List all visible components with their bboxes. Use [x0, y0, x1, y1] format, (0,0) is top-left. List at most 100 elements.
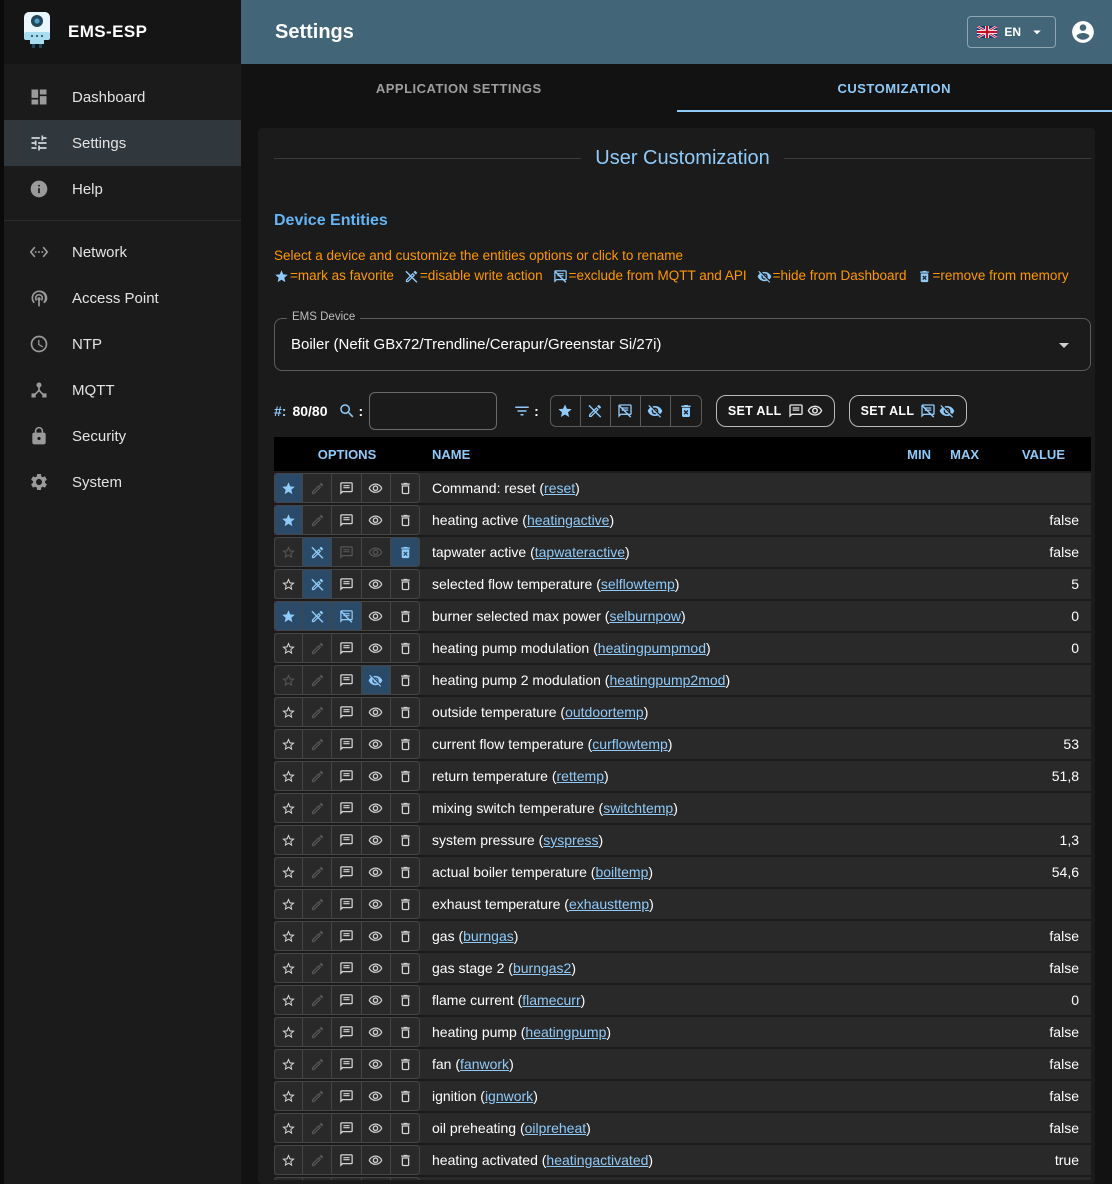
entity-code-link[interactable]: heatingactive	[527, 512, 610, 528]
mqtt-exclude-button[interactable]	[332, 569, 361, 599]
entity-code-link[interactable]: tapwateractive	[535, 544, 625, 560]
edit-rename-button[interactable]	[303, 1113, 332, 1143]
mqtt-exclude-button[interactable]	[332, 665, 361, 695]
mqtt-exclude-button[interactable]	[332, 761, 361, 791]
edit-rename-button[interactable]	[303, 1049, 332, 1079]
entity-name-cell[interactable]: system pressure (syspress)	[420, 832, 885, 848]
mqtt-exclude-button[interactable]	[332, 473, 361, 503]
mqtt-exclude-button[interactable]	[332, 729, 361, 759]
sidebar-item-access-point[interactable]: Access Point	[4, 275, 241, 321]
favorite-button[interactable]	[274, 889, 303, 919]
favorite-button[interactable]	[274, 665, 303, 695]
delete-button[interactable]	[391, 697, 420, 727]
sidebar-item-dashboard[interactable]: Dashboard	[4, 74, 241, 120]
tab-application-settings[interactable]: APPLICATION SETTINGS	[241, 64, 677, 112]
delete-button[interactable]	[391, 569, 420, 599]
entity-name-cell[interactable]: fan (fanwork)	[420, 1056, 885, 1072]
entity-code-link[interactable]: heatingpump2mod	[609, 672, 725, 688]
entity-name-cell[interactable]: mixing switch temperature (switchtemp)	[420, 800, 885, 816]
edit-rename-button[interactable]	[303, 761, 332, 791]
mqtt-exclude-button[interactable]	[332, 1049, 361, 1079]
entity-name-cell[interactable]: exhaust temperature (exhausttemp)	[420, 896, 885, 912]
favorite-button[interactable]	[274, 921, 303, 951]
mqtt-exclude-button[interactable]	[332, 953, 361, 983]
visibility-button[interactable]	[362, 729, 391, 759]
entity-code-link[interactable]: syspress	[543, 832, 598, 848]
favorite-button[interactable]	[274, 601, 303, 631]
mqtt-exclude-button[interactable]	[332, 505, 361, 535]
favorite-button[interactable]	[274, 537, 303, 567]
delete-button[interactable]	[391, 761, 420, 791]
delete-button[interactable]	[391, 505, 420, 535]
delete-button[interactable]	[391, 665, 420, 695]
favorite-button[interactable]	[274, 953, 303, 983]
edit-rename-button[interactable]	[303, 729, 332, 759]
mqtt-exclude-button[interactable]	[332, 1017, 361, 1047]
delete-button[interactable]	[391, 537, 420, 567]
set-all-hidden-button[interactable]: SET ALL	[849, 395, 968, 427]
entity-name-cell[interactable]: current flow temperature (curflowtemp)	[420, 736, 885, 752]
entity-code-link[interactable]: reset	[544, 480, 575, 496]
mqtt-exclude-button[interactable]	[332, 825, 361, 855]
entity-code-link[interactable]: outdoortemp	[565, 704, 644, 720]
visibility-button[interactable]	[362, 1145, 391, 1175]
entity-name-cell[interactable]: outside temperature (outdoortemp)	[420, 704, 885, 720]
sidebar-item-network[interactable]: Network	[4, 229, 241, 275]
favorite-button[interactable]	[274, 1177, 303, 1180]
mqtt-exclude-button[interactable]	[332, 857, 361, 887]
entity-code-link[interactable]: fanwork	[460, 1056, 509, 1072]
delete-button[interactable]	[391, 889, 420, 919]
favorite-button[interactable]	[274, 473, 303, 503]
mqtt-exclude-button[interactable]	[332, 697, 361, 727]
mqtt-exclude-button[interactable]	[332, 1113, 361, 1143]
favorite-button[interactable]	[274, 729, 303, 759]
entity-code-link[interactable]: oilpreheat	[525, 1120, 587, 1136]
visibility-button[interactable]	[362, 889, 391, 919]
edit-rename-button[interactable]	[303, 601, 332, 631]
favorite-button[interactable]	[274, 793, 303, 823]
quick-filter-chat-off-button[interactable]	[611, 396, 641, 426]
delete-button[interactable]	[391, 473, 420, 503]
entity-code-link[interactable]: boiltemp	[595, 864, 648, 880]
edit-rename-button[interactable]	[303, 697, 332, 727]
tab-customization[interactable]: CUSTOMIZATION	[677, 64, 1112, 112]
visibility-button[interactable]	[362, 569, 391, 599]
delete-button[interactable]	[391, 1081, 420, 1111]
visibility-button[interactable]	[362, 537, 391, 567]
delete-button[interactable]	[391, 953, 420, 983]
edit-rename-button[interactable]	[303, 953, 332, 983]
search-input[interactable]	[369, 392, 497, 430]
entity-name-cell[interactable]: heating pump 2 modulation (heatingpump2m…	[420, 672, 885, 688]
entity-name-cell[interactable]: selected flow temperature (selflowtemp)	[420, 576, 885, 592]
mqtt-exclude-button[interactable]	[332, 889, 361, 919]
entity-code-link[interactable]: selflowtemp	[601, 576, 675, 592]
account-icon[interactable]	[1070, 19, 1096, 45]
entity-name-cell[interactable]: oil preheating (oilpreheat)	[420, 1120, 885, 1136]
entity-code-link[interactable]: rettemp	[557, 768, 604, 784]
set-all-visible-button[interactable]: SET ALL	[716, 395, 835, 427]
entity-name-cell[interactable]: tapwater active (tapwateractive)	[420, 544, 885, 560]
edit-rename-button[interactable]	[303, 665, 332, 695]
mqtt-exclude-button[interactable]	[332, 1177, 361, 1180]
visibility-button[interactable]	[362, 825, 391, 855]
entity-name-cell[interactable]: heating pump (heatingpump)	[420, 1024, 885, 1040]
delete-button[interactable]	[391, 1177, 420, 1180]
entity-code-link[interactable]: heatingpumpmod	[598, 640, 706, 656]
entity-name-cell[interactable]: ignition (ignwork)	[420, 1088, 885, 1104]
edit-rename-button[interactable]	[303, 1081, 332, 1111]
edit-rename-button[interactable]	[303, 825, 332, 855]
visibility-button[interactable]	[362, 601, 391, 631]
visibility-button[interactable]	[362, 1049, 391, 1079]
quick-filter-delete-forever-button[interactable]	[671, 396, 701, 426]
entity-name-cell[interactable]: heating pump modulation (heatingpumpmod)	[420, 640, 885, 656]
sidebar-item-security[interactable]: Security	[4, 413, 241, 459]
visibility-button[interactable]	[362, 697, 391, 727]
entity-name-cell[interactable]: heating activated (heatingactivated)	[420, 1152, 885, 1168]
delete-button[interactable]	[391, 985, 420, 1015]
entity-name-cell[interactable]: gas stage 2 (burngas2)	[420, 960, 885, 976]
mqtt-exclude-button[interactable]	[332, 921, 361, 951]
edit-rename-button[interactable]	[303, 985, 332, 1015]
entity-name-cell[interactable]: flame current (flamecurr)	[420, 992, 885, 1008]
favorite-button[interactable]	[274, 697, 303, 727]
entity-code-link[interactable]: heatingpump	[525, 1024, 606, 1040]
